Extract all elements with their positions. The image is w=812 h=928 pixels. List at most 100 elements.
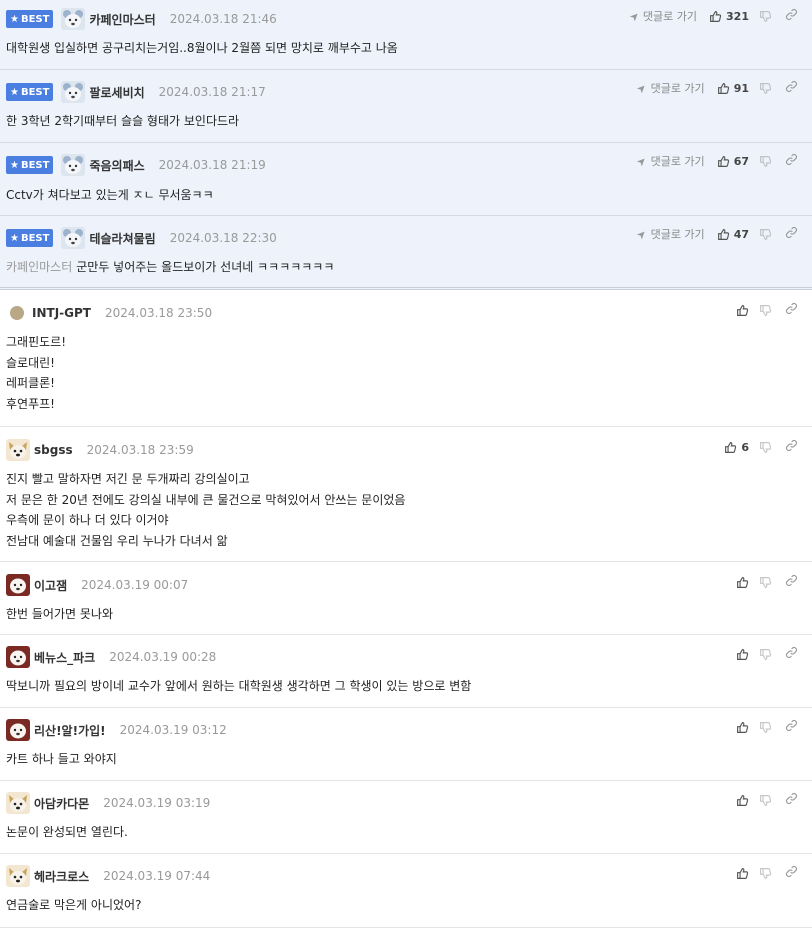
comment-date: 2024.03.18 23:59: [86, 443, 194, 457]
link-icon[interactable]: [784, 865, 798, 882]
comment-actions: ➤ 댓글로 가기 47: [634, 224, 798, 244]
goto-comment-link[interactable]: ➤ 댓글로 가기: [634, 80, 705, 96]
goto-label: 댓글로 가기: [650, 155, 705, 168]
like-button[interactable]: [736, 648, 749, 661]
bear-avatar[interactable]: [61, 8, 86, 30]
thumbs-down-icon[interactable]: [759, 721, 772, 734]
comment-body: 대학원생 입실하면 공구리치는거임..8월이나 2월쯤 되면 망치로 깨부수고 …: [6, 38, 772, 59]
like-button[interactable]: 91: [717, 82, 749, 95]
comment-actions: [736, 644, 798, 664]
thumbs-up-icon: [724, 441, 737, 454]
link-icon[interactable]: [784, 439, 798, 456]
red-avatar[interactable]: [6, 646, 30, 668]
thumbs-down-icon[interactable]: [759, 867, 772, 880]
comment-header: INTJ-GPT 2024.03.18 23:50: [6, 302, 212, 324]
nickname[interactable]: 헤라크로스: [34, 868, 89, 885]
dog-avatar[interactable]: [6, 439, 30, 461]
link-icon[interactable]: [784, 80, 798, 97]
comment-line: 논문이 완성되면 열린다.: [6, 822, 772, 843]
thumbs-up-icon: [736, 648, 749, 661]
comment-actions: ➤ 댓글로 가기 67: [634, 151, 798, 171]
red-avatar[interactable]: [6, 719, 30, 741]
goto-comment-link[interactable]: ➤ 댓글로 가기: [634, 153, 705, 169]
link-icon[interactable]: [784, 8, 798, 25]
comment-line: 대학원생 입실하면 공구리치는거임..8월이나 2월쯤 되면 망치로 깨부수고 …: [6, 38, 772, 59]
nickname[interactable]: 테슬라쳐물림: [89, 230, 155, 247]
nickname[interactable]: 리산!알!가입!: [34, 722, 106, 739]
nickname[interactable]: 카페인마스터: [89, 11, 155, 28]
comment-line: 연금술로 막은게 아니었어?: [6, 895, 772, 916]
thumbs-down-icon[interactable]: [759, 304, 772, 317]
thumbs-up-icon: [717, 155, 730, 168]
star-icon: ★: [10, 86, 19, 98]
link-icon[interactable]: [784, 153, 798, 170]
like-button[interactable]: [736, 794, 749, 807]
thumbs-up-icon: [736, 576, 749, 589]
thumbs-down-icon[interactable]: [759, 228, 772, 241]
star-icon: ★: [10, 232, 19, 244]
like-button[interactable]: [736, 576, 749, 589]
comment-body: 연금술로 막은게 아니었어?: [6, 895, 772, 916]
comment-body: 카트 하나 들고 와야지: [6, 749, 772, 770]
send-arrow-icon: ➤: [634, 80, 650, 96]
link-icon[interactable]: [784, 226, 798, 243]
nickname[interactable]: 이고잼: [34, 577, 67, 594]
best-comment: ★ BEST 팔로세비치 2024.03.18 21:17 ➤ 댓글로 가기 91 한 3학년…: [0, 70, 812, 143]
nickname[interactable]: 베뉴스_파크: [34, 649, 95, 666]
nickname[interactable]: INTJ-GPT: [32, 306, 91, 320]
link-icon[interactable]: [784, 719, 798, 736]
bear-avatar[interactable]: [61, 81, 86, 103]
comment-text: 그래핀도르!: [6, 335, 67, 349]
comment-date: 2024.03.18 23:50: [104, 306, 213, 320]
like-button[interactable]: [736, 721, 749, 734]
like-button[interactable]: 6: [724, 441, 749, 454]
like-count: 67: [733, 154, 749, 168]
comment-text: 대학원생 입실하면 공구리치는거임..8월이나 2월쯤 되면 망치로 깨부수고 …: [6, 41, 398, 55]
bear-avatar[interactable]: [61, 227, 86, 249]
thumbs-up-icon: [717, 82, 730, 95]
thumbs-down-icon[interactable]: [759, 576, 772, 589]
like-button[interactable]: [736, 304, 749, 317]
thumbs-down-icon[interactable]: [759, 82, 772, 95]
link-icon[interactable]: [784, 792, 798, 809]
nickname[interactable]: 아담카다몬: [34, 795, 89, 812]
dog-avatar[interactable]: [6, 865, 30, 887]
nickname[interactable]: 죽음의패스: [89, 157, 144, 174]
comment: 아담카다몬 2024.03.19 03:19 논문이 완성되면 열린다.: [0, 781, 812, 854]
comment-date: 2024.03.19 03:19: [103, 796, 211, 810]
link-icon[interactable]: [784, 646, 798, 663]
dot-avatar[interactable]: [10, 306, 24, 320]
thumbs-down-icon[interactable]: [759, 10, 772, 23]
link-icon[interactable]: [784, 302, 798, 319]
like-button[interactable]: 321: [709, 10, 749, 23]
send-arrow-icon: ➤: [634, 153, 650, 169]
goto-comment-link[interactable]: ➤ 댓글로 가기: [626, 8, 697, 24]
thumbs-down-icon[interactable]: [759, 794, 772, 807]
red-avatar[interactable]: [6, 574, 30, 596]
comment-date: 2024.03.19 00:07: [81, 578, 189, 592]
comment-actions: 6: [724, 437, 798, 457]
bear-avatar[interactable]: [61, 154, 86, 176]
nickname[interactable]: 팔로세비치: [89, 84, 144, 101]
star-icon: ★: [10, 159, 19, 171]
thumbs-down-icon[interactable]: [759, 648, 772, 661]
link-icon[interactable]: [784, 574, 798, 591]
thumbs-down-icon[interactable]: [759, 441, 772, 454]
goto-comment-link[interactable]: ➤ 댓글로 가기: [634, 226, 705, 242]
nickname[interactable]: sbgss: [34, 443, 73, 457]
like-button[interactable]: 67: [717, 155, 749, 168]
comment-date: 2024.03.18 22:30: [169, 231, 277, 245]
dog-avatar[interactable]: [6, 792, 30, 814]
mention-nickname[interactable]: 카페인마스터: [6, 260, 72, 274]
comment-body: 그래핀도르! 슬로대린! 레퍼클론! 후연푸프!: [6, 332, 772, 414]
comment-line: 슬로대린!: [6, 353, 772, 374]
send-arrow-icon: ➤: [626, 8, 643, 24]
comment-header: ★ BEST 테슬라쳐물림 2024.03.18 22:30: [6, 227, 277, 249]
comment-line: 우측에 문이 하나 더 있다 이거야: [6, 510, 772, 531]
like-button[interactable]: 47: [717, 228, 749, 241]
comment-date: 2024.03.18 21:46: [169, 12, 277, 26]
comment-line: 카트 하나 들고 와야지: [6, 749, 772, 770]
thumbs-down-icon[interactable]: [759, 155, 772, 168]
comment-actions: [736, 300, 798, 320]
like-button[interactable]: [736, 867, 749, 880]
